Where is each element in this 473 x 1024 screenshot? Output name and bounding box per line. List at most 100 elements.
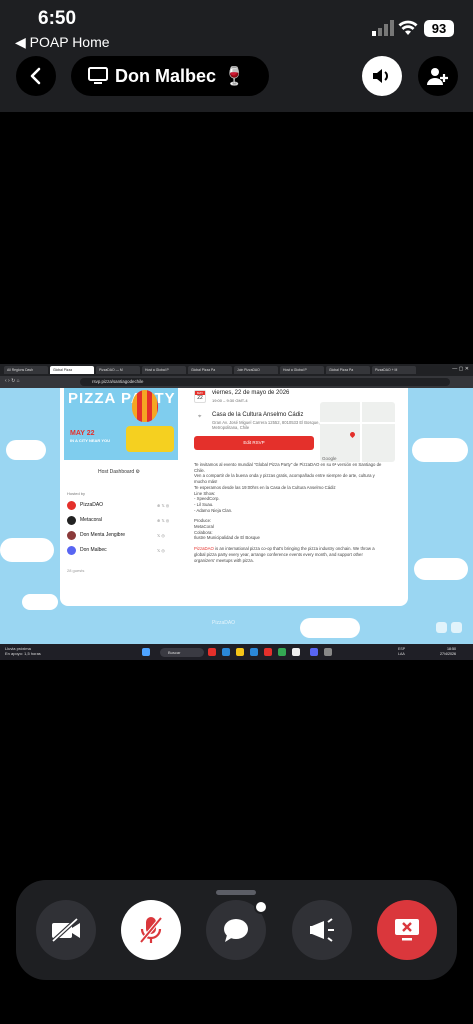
cloud-decoration [0, 538, 54, 562]
windows-taskbar: Lluvia próxima En apoyo: 1,5 horas Buscar… [0, 644, 473, 660]
host-name: Don Menta Jengibre [80, 532, 126, 538]
folder-icon[interactable] [236, 648, 244, 656]
app-icon[interactable] [250, 648, 258, 656]
soundboard-button[interactable] [292, 900, 352, 960]
event-venue[interactable]: Casa de la Cultura Anselmo Cádiz [212, 412, 303, 418]
taskbar-clock[interactable]: 18:50 27/4/2026 [440, 647, 456, 657]
cellular-signal-icon [372, 20, 394, 36]
event-page: PIZZA PARTY MAY 22 IN A CITY NEAR YOU Ho… [0, 388, 473, 644]
app-icon[interactable] [208, 648, 216, 656]
calendar-badge: MAY 22 [194, 390, 206, 403]
wine-glass-icon: 🍷 [223, 65, 246, 86]
stop-sharing-button[interactable] [377, 900, 437, 960]
host-row[interactable]: Don Malbec 𝕏 ◎ [67, 545, 165, 555]
location-map[interactable]: Google [320, 402, 395, 462]
host-social-icons[interactable]: ⊕ 𝕏 ◎ [157, 518, 169, 523]
camera-toggle-button[interactable] [36, 900, 96, 960]
mic-off-icon [139, 916, 163, 944]
window-controls[interactable]: — ▢ ✕ [452, 366, 469, 372]
floating-button[interactable] [436, 622, 447, 633]
host-name: Don Malbec [80, 547, 107, 553]
back-button[interactable] [16, 56, 56, 96]
cloud-decoration [300, 618, 360, 638]
add-user-button[interactable] [418, 56, 458, 96]
footer-logo: PizzaDAO [212, 620, 236, 626]
floating-button[interactable] [451, 622, 462, 633]
browser-tab-active[interactable]: Global Pizza [50, 366, 94, 374]
status-bar: 6:50 ◀ POAP Home 93 [0, 0, 473, 52]
call-header: Don Malbec 🍷 [0, 52, 473, 112]
host-row[interactable]: Metacoral ⊕ 𝕏 ◎ [67, 515, 169, 525]
avatar [67, 530, 76, 540]
browser-tab[interactable]: Global Pizza Pa [188, 366, 232, 374]
browser-tab[interactable]: Host a Global P [142, 366, 186, 374]
browser-nav-buttons[interactable]: ‹ › ↻ ⌂ [5, 378, 20, 384]
megaphone-icon [310, 918, 334, 942]
hero-title: PIZZA PARTY [68, 390, 176, 407]
browser-tab[interactable]: PizzaDAO — M [96, 366, 140, 374]
weather-widget[interactable]: Lluvia próxima En apoyo: 1,5 horas [5, 646, 41, 656]
cloud-decoration [412, 438, 468, 462]
avatar [67, 500, 76, 510]
host-row[interactable]: Don Menta Jengibre 𝕏 ◎ [67, 530, 165, 540]
event-hero-image: PIZZA PARTY MAY 22 IN A CITY NEAR YOU [64, 388, 178, 460]
hero-date: MAY 22 [70, 430, 95, 437]
chevron-left-icon [30, 67, 41, 85]
browser-tab[interactable]: PizzaDAO + M [372, 366, 416, 374]
camera-off-icon [51, 917, 80, 943]
bus-illustration [126, 426, 174, 452]
discord-icon[interactable] [310, 648, 318, 656]
balloon-illustration [132, 390, 158, 422]
map-marker-icon [348, 430, 357, 439]
clock: 6:50 [38, 8, 77, 29]
settings-icon[interactable] [324, 648, 332, 656]
host-social-icons[interactable]: 𝕏 ◎ [157, 533, 165, 538]
host-dashboard-link[interactable]: Host Dashboard ⚙ [98, 469, 140, 475]
browser-tab[interactable]: Join PizzaDAO [234, 366, 278, 374]
avatar [67, 515, 76, 525]
host-social-icons[interactable]: 𝕏 ◎ [157, 548, 165, 553]
cloud-decoration [22, 594, 58, 610]
browser-tab[interactable]: All Regions Dash [4, 366, 48, 374]
host-name: PizzaDAO [80, 502, 104, 508]
speaker-button[interactable] [362, 56, 402, 96]
screen-share-stream[interactable]: All Regions Dash Global Pizza PizzaDAO —… [0, 364, 473, 660]
cloud-decoration [6, 440, 46, 460]
channel-name: Don Malbec [115, 65, 217, 86]
calendar-day: 22 [197, 395, 203, 401]
browser-tab[interactable]: Host a Global P [280, 366, 324, 374]
browser-toolbar: ‹ › ↻ ⌂ rsvp.pizza/santiagodechile [0, 376, 473, 388]
taskbar-search[interactable]: Buscar [160, 648, 204, 657]
app-icon[interactable] [222, 648, 230, 656]
wifi-icon [398, 20, 418, 35]
mute-button[interactable] [121, 900, 181, 960]
speaker-icon [373, 69, 388, 83]
edit-rsvp-button[interactable]: Edit RSVP [194, 436, 314, 450]
channel-title-pill[interactable]: Don Malbec 🍷 [71, 56, 269, 96]
app-icon[interactable] [264, 648, 272, 656]
battery-indicator: 93 [424, 20, 454, 37]
host-row[interactable]: PizzaDAO ⊕ 𝕏 ◎ [67, 500, 169, 510]
stop-screen-share-icon [395, 919, 419, 941]
guest-count[interactable]: 28 guests [67, 568, 84, 573]
event-card: PIZZA PARTY MAY 22 IN A CITY NEAR YOU Ho… [60, 388, 408, 606]
language-indicator[interactable]: ESP LAA [398, 647, 408, 656]
app-icon[interactable] [292, 648, 300, 656]
map-attribution: Google [322, 456, 337, 461]
back-to-app-link[interactable]: ◀ POAP Home [15, 34, 110, 51]
chrome-icon[interactable] [278, 648, 286, 656]
notification-dot [254, 900, 268, 914]
chat-bubble-icon [224, 919, 248, 942]
add-user-icon [427, 68, 448, 85]
event-date: viernes, 22 de mayo de 2026 [212, 390, 290, 396]
address-bar[interactable]: rsvp.pizza/santiagodechile [80, 378, 450, 386]
hosted-by-label: Hosted by [67, 491, 86, 496]
pizzadao-link[interactable]: PizzaDAO [194, 546, 214, 551]
drawer-handle[interactable] [216, 890, 256, 895]
screen-share-icon [88, 67, 108, 84]
browser-tab[interactable]: Global Pizza Pa [326, 366, 370, 374]
host-social-icons[interactable]: ⊕ 𝕏 ◎ [157, 503, 169, 508]
start-icon[interactable] [142, 648, 150, 656]
event-time: 19:00 – 9:30 GMT-4 [212, 398, 248, 403]
host-name: Metacoral [80, 517, 102, 523]
